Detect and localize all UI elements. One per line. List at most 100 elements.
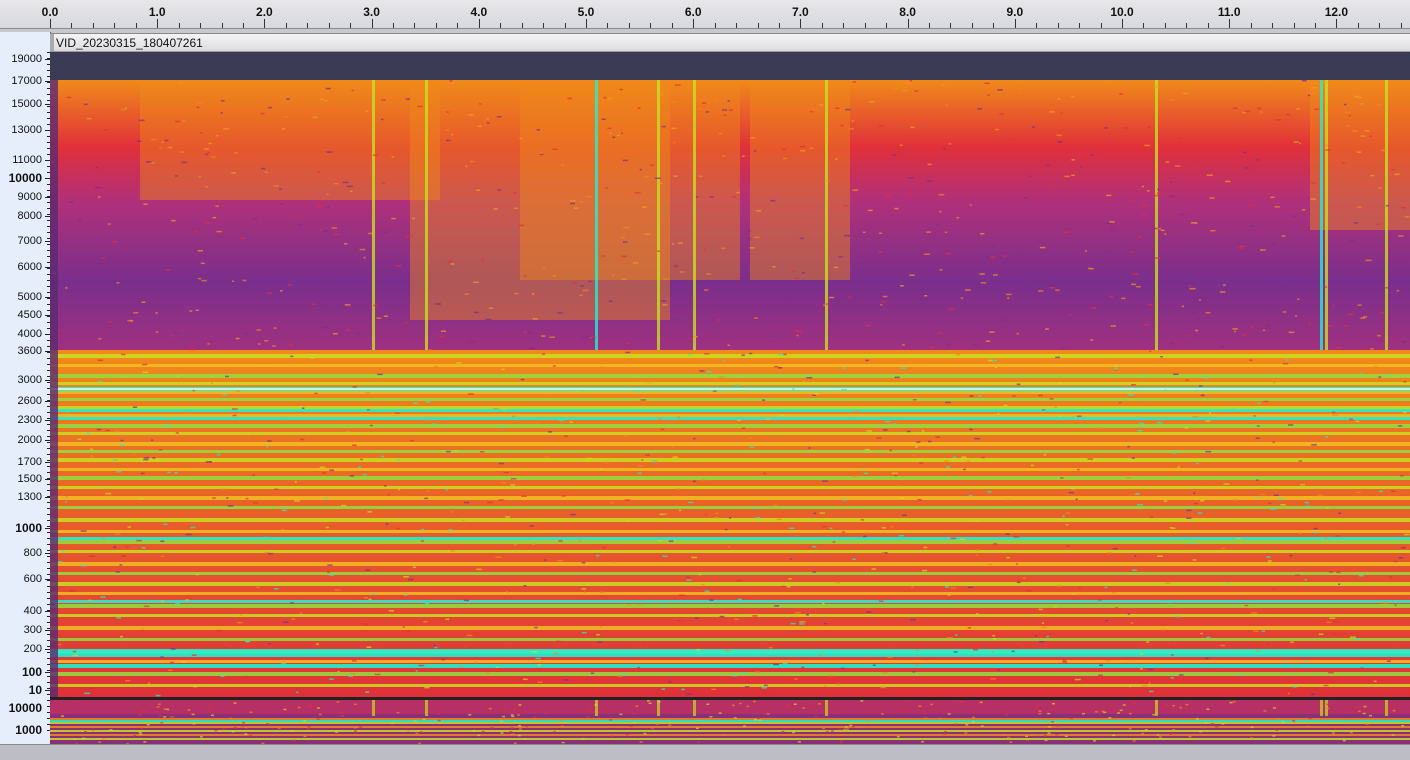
spectrum-noise: [544, 712, 547, 714]
spectrum-noise: [1007, 557, 1010, 559]
track-collapse-handle[interactable]: [50, 34, 54, 51]
spectrum-noise: [1324, 685, 1329, 687]
spectrum-noise: [1139, 237, 1143, 239]
spectrum-noise: [273, 185, 278, 187]
spectrum-noise: [143, 741, 146, 743]
spectrum-noise: [451, 134, 453, 136]
spectrum-noise: [298, 224, 304, 226]
spectrum-noise: [1198, 512, 1203, 514]
spectrum-noise: [953, 457, 956, 459]
spectrum-noise: [860, 700, 863, 702]
spectrum-noise: [1084, 427, 1086, 429]
spectrogram-view[interactable]: [50, 52, 1410, 698]
spectrum-noise: [195, 231, 199, 233]
spectrum-noise: [841, 389, 847, 391]
spectrum-noise: [1274, 495, 1279, 497]
spectrum-noise: [924, 295, 927, 297]
spectrum-noise: [845, 726, 848, 728]
spectrum-noise: [553, 653, 559, 655]
spectrum-noise: [1267, 643, 1270, 645]
spectrum-noise: [1145, 729, 1148, 731]
spectrum-noise: [840, 740, 843, 742]
spectrum-noise: [175, 121, 180, 123]
spectrum-noise: [574, 207, 578, 209]
frequency-label-channel-2: 1000: [15, 724, 42, 736]
spectrum-noise: [348, 675, 353, 677]
spectrum-noise: [207, 152, 210, 154]
spectrum-noise: [302, 408, 304, 410]
frequency-label: 1000: [15, 522, 42, 534]
spectrum-noise: [1270, 197, 1274, 199]
spectrum-noise: [879, 251, 883, 253]
spectrum-noise: [325, 497, 328, 499]
spectrum-noise: [1132, 274, 1138, 276]
spectrum-noise: [1295, 575, 1300, 577]
spectrum-noise: [919, 462, 923, 464]
spectrum-noise: [1209, 269, 1213, 271]
spectrum-noise: [1050, 287, 1055, 289]
spectrum-noise: [1255, 426, 1258, 428]
spectrum-noise: [990, 678, 996, 680]
horizontal-scrollbar[interactable]: [0, 744, 1410, 760]
spectrum-noise: [1391, 169, 1395, 171]
spectrum-noise: [1190, 288, 1196, 290]
spectrum-noise: [813, 513, 816, 515]
spectrum-noise: [1263, 710, 1266, 712]
spectrum-noise: [245, 641, 249, 643]
spectrum-noise: [1142, 685, 1148, 687]
spectrum-noise: [695, 336, 698, 338]
time-ruler[interactable]: 0.01.02.03.04.05.06.07.08.09.010.011.012…: [0, 0, 1410, 29]
spectrum-noise: [375, 674, 381, 676]
spectrum-noise: [300, 439, 304, 441]
spectrum-noise: [995, 367, 997, 369]
spectrum-channel2-high: [50, 700, 1410, 714]
spectrum-noise: [87, 118, 92, 120]
spectrum-noise: [921, 741, 924, 743]
spectrum-noise: [1034, 418, 1037, 420]
spectrum-noise: [207, 343, 209, 345]
spectrum-noise: [159, 449, 163, 451]
spectrum-noise: [619, 714, 622, 716]
spectrum-noise: [676, 713, 679, 715]
spectrum-noise: [802, 272, 805, 274]
spectrum-noise: [794, 704, 797, 706]
spectrum-noise: [659, 514, 665, 516]
spectrum-noise: [171, 648, 176, 650]
spectrum-noise: [397, 712, 400, 714]
spectrum-noise: [1170, 182, 1172, 184]
spectrum-noise: [97, 262, 103, 264]
spectrum-noise: [800, 146, 805, 148]
spectrum-noise: [1283, 311, 1286, 313]
spectrum-noise: [167, 472, 171, 474]
spectrum-noise: [190, 349, 195, 351]
spectrum-noise: [541, 335, 545, 337]
spectrum-noise: [1332, 734, 1335, 736]
time-label: 6.0: [685, 5, 702, 19]
spectrum-noise: [1249, 205, 1255, 207]
spectrum-noise: [863, 232, 866, 234]
spectrum-noise: [739, 703, 742, 705]
spectrum-noise: [822, 603, 825, 605]
spectrum-noise: [377, 374, 382, 376]
spectrum-noise: [987, 94, 990, 96]
spectrum-noise: [381, 119, 383, 121]
spectrum-noise: [345, 304, 350, 306]
spectrum-noise: [993, 543, 997, 545]
spectrum-noise: [365, 392, 370, 394]
spectrum-noise: [1132, 570, 1137, 572]
spectrum-noise: [1131, 284, 1136, 286]
spectrum-noise: [1017, 582, 1021, 584]
spectrum-haze: [750, 80, 850, 280]
spectrum-noise: [657, 250, 660, 252]
spectrum-noise: [1005, 533, 1009, 535]
spectrum-noise: [1253, 630, 1259, 632]
spectrum-noise: [1302, 209, 1305, 211]
spectrum-noise: [943, 148, 945, 150]
spectrum-noise: [1047, 713, 1050, 715]
track-title-bar[interactable]: VID_20230315_180407261: [50, 33, 1410, 52]
spectrum-noise: [561, 726, 564, 728]
spectrogram-view-channel-2[interactable]: [50, 700, 1410, 744]
time-label: 5.0: [578, 5, 595, 19]
frequency-ruler[interactable]: 1900017000150001300011000100009000800070…: [0, 32, 51, 744]
spectrum-noise: [524, 738, 527, 740]
